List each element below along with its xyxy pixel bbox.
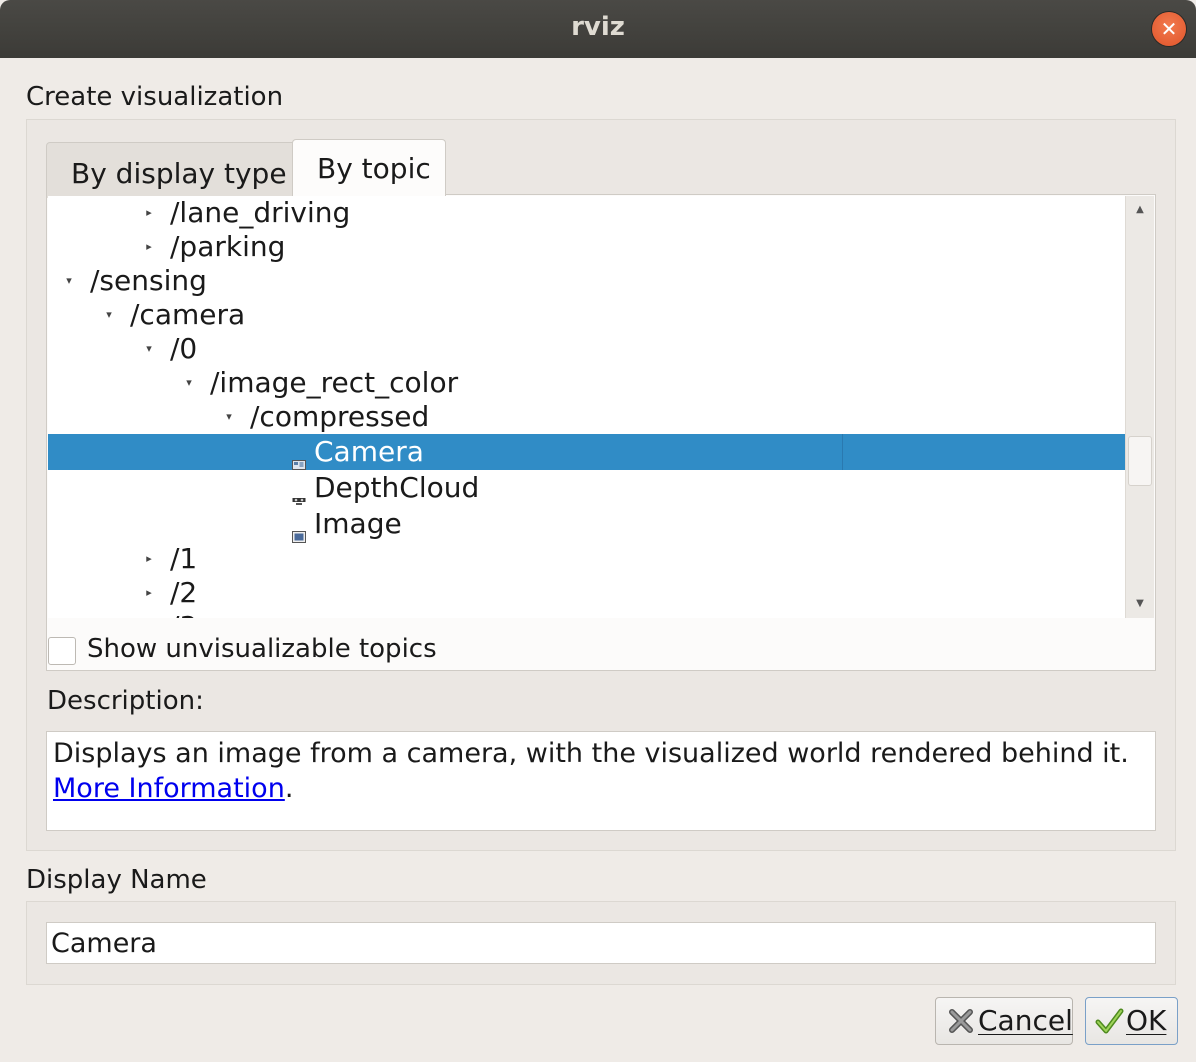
title-bar[interactable]: rviz ✕ bbox=[0, 0, 1196, 58]
checkmark-icon bbox=[1095, 1008, 1124, 1034]
tree-row-label: DepthCloud bbox=[314, 471, 480, 504]
tree-row-label: /lane_driving bbox=[170, 196, 351, 229]
tree-row[interactable]: ▸ /lane_driving bbox=[48, 196, 1125, 230]
expand-arrow-down-icon[interactable]: ▾ bbox=[62, 274, 76, 288]
description-label: Description: bbox=[47, 686, 204, 716]
expand-arrow-right-icon[interactable]: ▸ bbox=[142, 552, 156, 566]
tree-row[interactable]: ▾ /camera bbox=[48, 298, 1125, 332]
scroll-down-arrow-icon[interactable]: ▼ bbox=[1126, 590, 1154, 618]
tree-row[interactable]: Image bbox=[48, 507, 1125, 543]
tab-by-display-type-label: By display type bbox=[71, 157, 287, 190]
cancel-x-icon bbox=[949, 1009, 973, 1033]
description-text: Displays an image from a camera, with th… bbox=[53, 738, 1129, 769]
tree-row-label: /camera bbox=[130, 298, 246, 331]
create-visualization-heading: Create visualization bbox=[26, 82, 284, 112]
expand-arrow-down-icon[interactable]: ▾ bbox=[142, 342, 156, 356]
ok-button[interactable]: OK bbox=[1085, 997, 1178, 1045]
tab-by-topic-label: By topic bbox=[317, 152, 431, 185]
cancel-button[interactable]: Cancel bbox=[935, 997, 1073, 1045]
scroll-up-arrow-icon[interactable]: ▲ bbox=[1126, 196, 1154, 224]
tab-by-display-type[interactable]: By display type bbox=[46, 142, 294, 198]
tree-row-label: /sensing bbox=[90, 264, 207, 297]
window-title: rviz bbox=[571, 12, 625, 42]
description-trailing: . bbox=[284, 773, 294, 804]
tree-row[interactable]: ▾ /sensing bbox=[48, 264, 1125, 298]
show-unvisualizable-label[interactable]: Show unvisualizable topics bbox=[87, 634, 437, 664]
tree-row-label: /parking bbox=[170, 230, 286, 263]
tree-row[interactable]: ▸/3 bbox=[48, 610, 1125, 618]
tree-row[interactable]: DepthCloud bbox=[48, 471, 1125, 505]
tree-row-label: /image_rect_color bbox=[210, 366, 459, 399]
scroll-thumb[interactable] bbox=[1128, 436, 1152, 486]
tree-row[interactable]: ▸ /2 bbox=[48, 576, 1125, 610]
ok-button-label: OK bbox=[1126, 1004, 1167, 1037]
tree-row-label: Image bbox=[314, 507, 402, 540]
tree-row[interactable]: ▸ /1 bbox=[48, 542, 1125, 576]
camera-display-icon bbox=[292, 445, 306, 470]
expand-arrow-right-icon[interactable]: ▸ bbox=[142, 206, 156, 220]
close-icon: ✕ bbox=[1160, 17, 1178, 41]
topic-tree[interactable]: ▸ /lane_driving ▸ /parking ▾ /sensing ▾ /camera… bbox=[48, 196, 1125, 618]
tree-row-label: /2 bbox=[170, 576, 198, 609]
close-button[interactable]: ✕ bbox=[1152, 12, 1186, 46]
expand-arrow-right-icon[interactable]: ▸ bbox=[142, 240, 156, 254]
cancel-button-label: Cancel bbox=[978, 1004, 1073, 1037]
tree-row[interactable]: ▸ /parking bbox=[48, 230, 1125, 264]
depthcloud-display-icon bbox=[292, 481, 306, 505]
expand-arrow-right-icon[interactable]: ▸ bbox=[142, 586, 156, 600]
show-unvisualizable-checkbox[interactable] bbox=[48, 637, 76, 665]
tree-row-selected[interactable]: Camera bbox=[48, 434, 1125, 470]
more-information-link[interactable]: More Information bbox=[53, 773, 285, 804]
expand-arrow-down-icon[interactable]: ▾ bbox=[102, 308, 116, 322]
expand-arrow-down-icon[interactable]: ▾ bbox=[222, 410, 236, 424]
tree-scrollbar[interactable]: ▲ ▼ bbox=[1125, 196, 1154, 618]
image-display-icon bbox=[292, 517, 306, 543]
tree-row[interactable]: ▾ /compressed bbox=[48, 400, 1125, 434]
tree-row-label: Camera bbox=[314, 435, 424, 468]
display-name-label: Display Name bbox=[26, 865, 207, 895]
tree-row-label: /3 bbox=[170, 610, 197, 618]
tree-row-label: /compressed bbox=[250, 400, 430, 433]
tree-row-label: /1 bbox=[170, 542, 198, 575]
tree-row[interactable]: ▾ /image_rect_color bbox=[48, 366, 1125, 400]
column-separator bbox=[842, 434, 843, 470]
description-box: Displays an image from a camera, with th… bbox=[46, 731, 1156, 831]
tab-by-topic[interactable]: By topic bbox=[292, 139, 446, 199]
expand-arrow-down-icon[interactable]: ▾ bbox=[182, 376, 196, 390]
tree-row[interactable]: ▾ /0 bbox=[48, 332, 1125, 366]
tree-row-label: /0 bbox=[170, 332, 198, 365]
rviz-dialog-window: rviz ✕ Create visualization By display t… bbox=[0, 0, 1196, 1062]
display-name-input[interactable] bbox=[46, 922, 1156, 964]
